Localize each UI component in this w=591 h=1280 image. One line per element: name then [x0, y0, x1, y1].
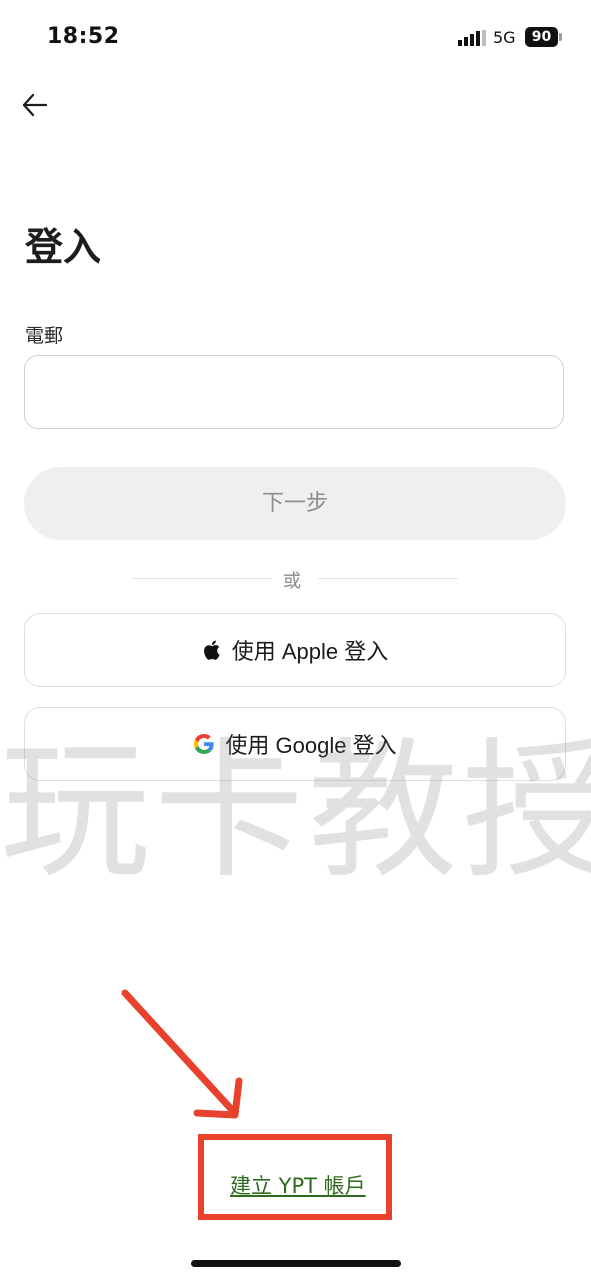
create-account-link[interactable]: 建立 YPT 帳戶: [230, 1170, 366, 1200]
email-label: 電郵: [25, 325, 64, 347]
apple-signin-label: 使用 Apple 登入: [231, 639, 389, 664]
email-field[interactable]: [24, 355, 564, 429]
google-signin-button[interactable]: 使用 Google 登入: [24, 707, 566, 781]
page-title: 登入: [25, 225, 102, 269]
or-divider-text: 或: [283, 571, 301, 592]
google-signin-label: 使用 Google 登入: [225, 733, 397, 758]
battery-tip: [559, 33, 562, 41]
signal-icon: [458, 30, 486, 46]
status-time: 18:52: [47, 24, 120, 49]
divider-left: [132, 578, 272, 579]
annotation-arrow: [121, 989, 243, 1119]
google-icon: [194, 734, 215, 754]
next-button[interactable]: 下一步: [24, 467, 566, 540]
battery-level: 90: [525, 27, 558, 47]
back-button[interactable]: [16, 88, 54, 122]
network-type: 5G: [493, 28, 516, 47]
home-indicator: [191, 1260, 401, 1267]
apple-signin-button[interactable]: 使用 Apple 登入: [24, 613, 566, 687]
arrow-left-icon: [22, 93, 48, 117]
divider-right: [318, 578, 458, 579]
apple-icon: [203, 640, 220, 660]
